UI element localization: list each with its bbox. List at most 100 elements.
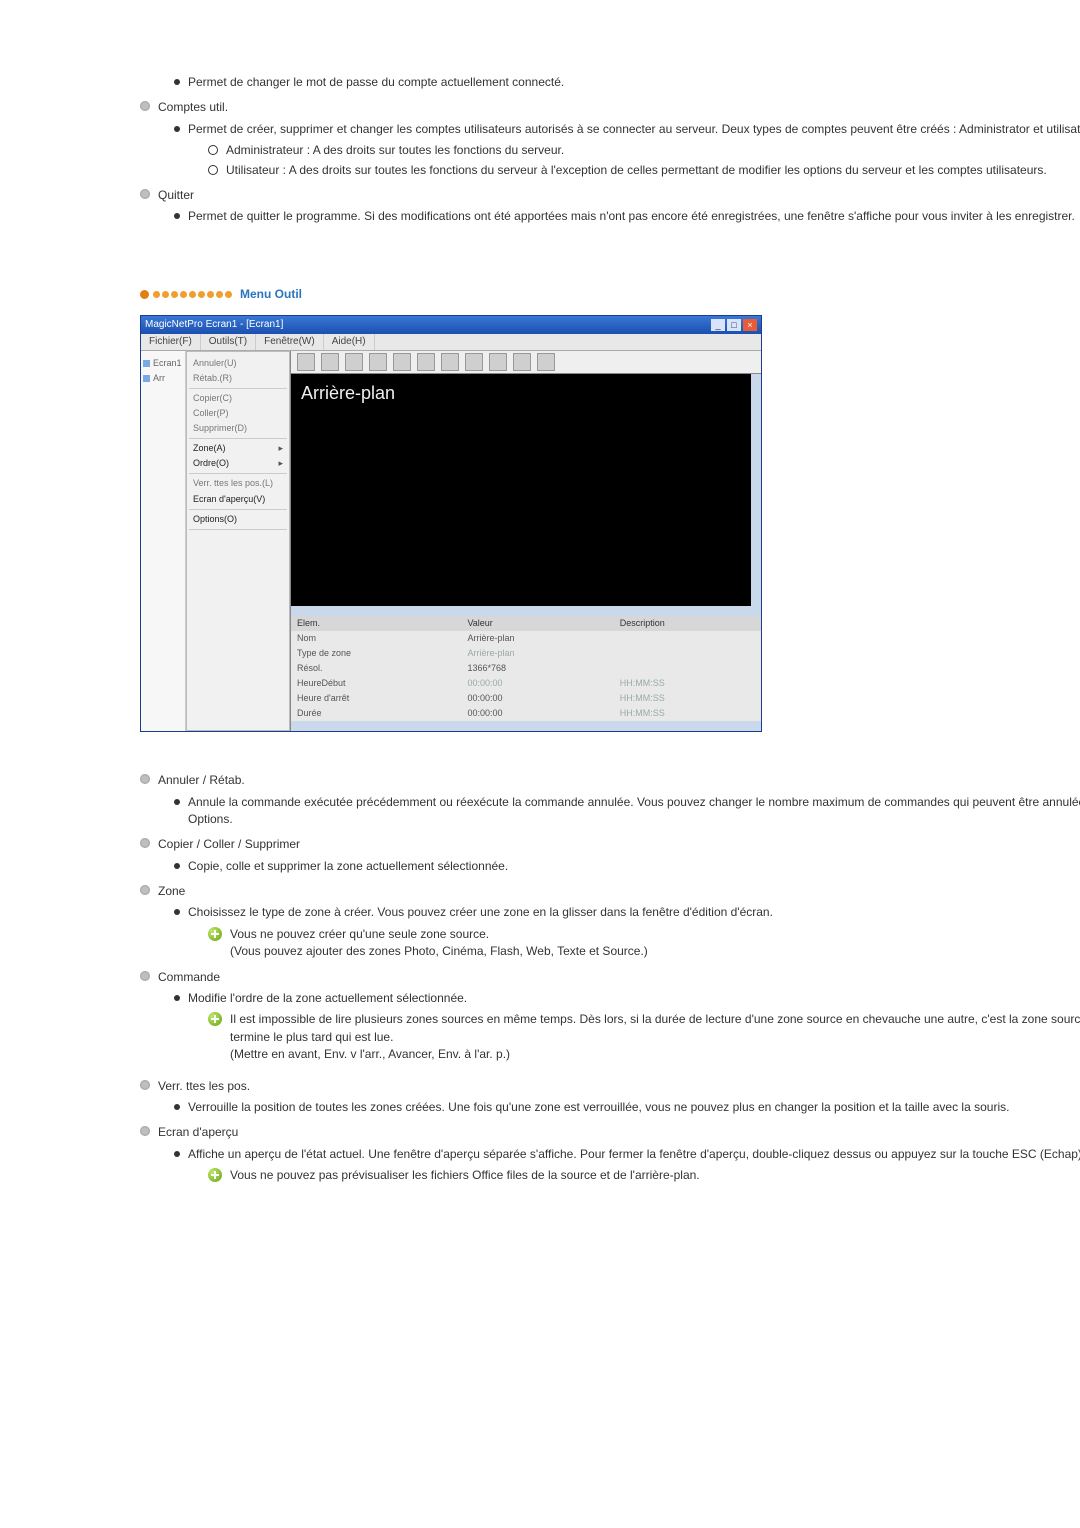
toolbar-button[interactable]	[465, 353, 483, 371]
item-verr-pos: Verr. ttes les pos.	[140, 1078, 1080, 1095]
disc-bullet-icon	[174, 799, 180, 805]
toolbar-button[interactable]	[441, 353, 459, 371]
accent-dot-icon	[162, 291, 169, 298]
mnp-canvas[interactable]: Arrière-plan	[291, 374, 761, 606]
item-apercu-note: Vous ne pouvez pas prévisualiser les fic…	[208, 1167, 1080, 1184]
menu-item-supprimer[interactable]: Supprimer(D)	[189, 421, 287, 436]
disc-bullet-icon	[174, 126, 180, 132]
mnp-statusbar	[291, 721, 761, 731]
item-comptes-desc: Permet de créer, supprimer et changer le…	[174, 121, 1080, 138]
item-verr-desc: Verrouille la position de toutes les zon…	[174, 1099, 1080, 1116]
menu-aide[interactable]: Aide(H)	[324, 334, 375, 350]
minimize-button[interactable]: _	[711, 319, 725, 331]
accent-dot-icon	[153, 291, 160, 298]
grey-bullet-icon	[140, 774, 150, 784]
submenu-arrow-icon: ▸	[278, 442, 283, 455]
item-change-password-desc: Permet de changer le mot de passe du com…	[174, 74, 1080, 91]
grey-bullet-icon	[140, 101, 150, 111]
toolbar-button[interactable]	[297, 353, 315, 371]
vertical-scrollbar[interactable]	[751, 374, 761, 606]
toolbar-button[interactable]	[489, 353, 507, 371]
item-quitter: Quitter	[140, 187, 1080, 204]
disc-bullet-icon	[174, 1104, 180, 1110]
disc-bullet-icon	[174, 909, 180, 915]
mnp-title-text: MagicNetPro Ecran1 - [Ecran1]	[145, 318, 283, 333]
mnp-properties-grid: Elem.ValeurDescription NomArrière-plan T…	[291, 616, 761, 721]
item-commande: Commande	[140, 969, 1080, 986]
item-apercu-desc: Affiche un aperçu de l'état actuel. Une …	[174, 1146, 1080, 1163]
accent-dot-icon	[171, 291, 178, 298]
menu-item-copier[interactable]: Copier(C)	[189, 391, 287, 406]
toolbar-button[interactable]	[321, 353, 339, 371]
item-commande-note: Il est impossible de lire plusieurs zone…	[208, 1011, 1080, 1063]
horizontal-scrollbar[interactable]	[291, 606, 761, 616]
accent-dot-icon	[198, 291, 205, 298]
tree-node[interactable]: Ecran1	[143, 357, 183, 370]
item-quitter-desc: Permet de quitter le programme. Si des m…	[174, 208, 1080, 225]
mnp-titlebar[interactable]: MagicNetPro Ecran1 - [Ecran1] _ □ ×	[141, 316, 761, 334]
accent-dot-icon	[180, 291, 187, 298]
toolbar-button[interactable]	[393, 353, 411, 371]
item-zone: Zone	[140, 883, 1080, 900]
grey-bullet-icon	[140, 971, 150, 981]
toolbar-button[interactable]	[417, 353, 435, 371]
plus-bullet-icon	[208, 927, 222, 941]
menu-item-verr[interactable]: Verr. ttes les pos.(L)	[189, 476, 287, 491]
menu-fichier[interactable]: Fichier(F)	[141, 334, 201, 350]
menu-item-annuler[interactable]: Annuler(U)	[189, 356, 287, 371]
disc-bullet-icon	[174, 79, 180, 85]
item-zone-desc: Choisissez le type de zone à créer. Vous…	[174, 904, 1080, 921]
menu-item-apercu[interactable]: Ecran d'aperçu(V)	[189, 492, 287, 507]
grey-bullet-icon	[140, 1080, 150, 1090]
mnp-outils-dropdown: Annuler(U) Rétab.(R) Copier(C) Coller(P)…	[186, 351, 290, 731]
item-commande-desc: Modifie l'ordre de la zone actuellement …	[174, 990, 1080, 1007]
accent-dot-icon	[225, 291, 232, 298]
disc-bullet-icon	[174, 1151, 180, 1157]
item-zone-note: Vous ne pouvez créer qu'une seule zone s…	[208, 926, 1080, 961]
plus-bullet-icon	[208, 1012, 222, 1026]
item-comptes-util: Comptes util.	[140, 99, 1080, 116]
disc-bullet-icon	[174, 863, 180, 869]
grey-bullet-icon	[140, 1126, 150, 1136]
mnp-toolbar	[291, 351, 761, 374]
accent-dot-icon	[207, 291, 214, 298]
maximize-button[interactable]: □	[727, 319, 741, 331]
grey-bullet-icon	[140, 189, 150, 199]
item-annuler-retab: Annuler / Rétab.	[140, 772, 1080, 789]
item-copier-coller-suppr: Copier / Coller / Supprimer	[140, 836, 1080, 853]
menu-outil-doc-list: Annuler / Rétab. Annule la commande exéc…	[140, 772, 1080, 1184]
menu-fenetre[interactable]: Fenêtre(W)	[256, 334, 324, 350]
mnp-app-window: MagicNetPro Ecran1 - [Ecran1] _ □ × Fich…	[140, 315, 762, 732]
menu-outils[interactable]: Outils(T)	[201, 334, 256, 350]
menu-item-zone[interactable]: Zone(A)▸	[189, 441, 287, 456]
toolbar-button[interactable]	[513, 353, 531, 371]
menu-item-retab[interactable]: Rétab.(R)	[189, 371, 287, 386]
mnp-tree[interactable]: Ecran1 Arr	[141, 351, 186, 731]
toolbar-button[interactable]	[345, 353, 363, 371]
item-ecran-apercu: Ecran d'aperçu	[140, 1124, 1080, 1141]
item-admin-desc: Administrateur : A des droits sur toutes…	[208, 142, 1080, 159]
accent-dot-icon	[140, 290, 149, 299]
item-annuler-desc: Annule la commande exécutée précédemment…	[174, 794, 1080, 829]
menu-item-options[interactable]: Options(O)	[189, 512, 287, 527]
disc-bullet-icon	[174, 213, 180, 219]
item-user-desc: Utilisateur : A des droits sur toutes le…	[208, 162, 1080, 179]
menu-item-coller[interactable]: Coller(P)	[189, 406, 287, 421]
top-menu-file-list: Permet de changer le mot de passe du com…	[140, 74, 1080, 226]
accent-dot-icon	[216, 291, 223, 298]
accent-dot-icon	[189, 291, 196, 298]
mnp-menubar: Fichier(F) Outils(T) Fenêtre(W) Aide(H)	[141, 334, 761, 351]
canvas-zone-label: Arrière-plan	[291, 374, 761, 412]
submenu-arrow-icon: ▸	[278, 457, 283, 470]
toolbar-button[interactable]	[369, 353, 387, 371]
item-ccs-desc: Copie, colle et supprimer la zone actuel…	[174, 858, 1080, 875]
circle-bullet-icon	[208, 145, 218, 155]
section-menu-outil: Menu Outil	[140, 286, 1080, 303]
toolbar-button[interactable]	[537, 353, 555, 371]
plus-bullet-icon	[208, 1168, 222, 1182]
close-button[interactable]: ×	[743, 319, 757, 331]
menu-item-ordre[interactable]: Ordre(O)▸	[189, 456, 287, 471]
tree-node[interactable]: Arr	[143, 372, 183, 385]
grey-bullet-icon	[140, 885, 150, 895]
circle-bullet-icon	[208, 165, 218, 175]
